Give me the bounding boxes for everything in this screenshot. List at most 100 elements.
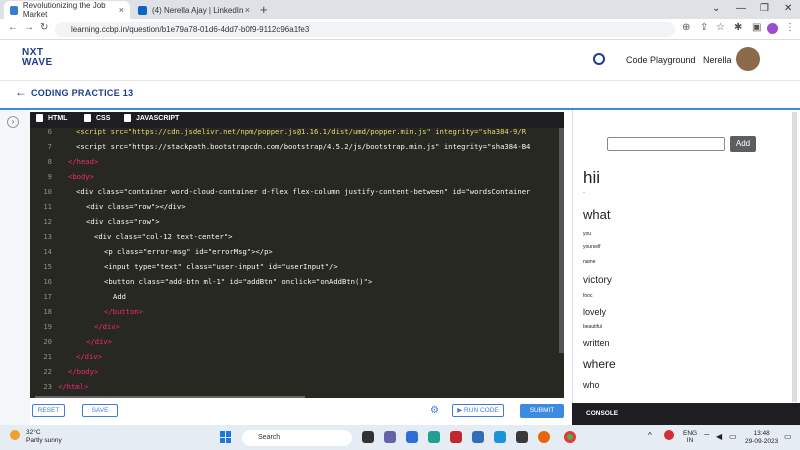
code-line[interactable]: </div>: [86, 337, 112, 346]
weather-icon[interactable]: [10, 430, 20, 440]
weather-temp: 32°C: [26, 429, 41, 436]
linkedin-icon: [138, 5, 147, 15]
nxtwave-logo[interactable]: NXT WAVE: [22, 48, 53, 68]
code-playground-link[interactable]: Code Playground: [626, 55, 696, 65]
mcafee-icon[interactable]: [450, 431, 462, 443]
minimize-button[interactable]: —: [736, 3, 746, 14]
edge-browser-icon[interactable]: [428, 431, 440, 443]
volume-icon[interactable]: ◀: [716, 432, 722, 441]
browser-tab-linkedin[interactable]: (4) Nerella Ajay | LinkedIn ×: [132, 1, 256, 19]
code-line[interactable]: </div>: [94, 322, 120, 331]
line-number: 23: [43, 382, 52, 391]
back-arrow-icon[interactable]: ←: [15, 85, 27, 99]
share-icon[interactable]: ⇪: [700, 22, 708, 33]
close-window-button[interactable]: ✕: [784, 3, 792, 14]
wifi-icon[interactable]: ⌔: [703, 432, 711, 442]
html-file-icon: [36, 114, 43, 122]
clock[interactable]: 13:48 29-09-2023: [745, 430, 778, 446]
code-line[interactable]: </head>: [68, 157, 98, 166]
forward-icon[interactable]: →: [24, 22, 34, 33]
reset-button[interactable]: RESET: [32, 404, 65, 417]
code-line[interactable]: <script src="https://cdn.jsdelivr.net/np…: [76, 128, 526, 136]
line-number: 6: [47, 128, 52, 136]
user-name[interactable]: Nerella: [703, 55, 732, 65]
avatar[interactable]: [736, 47, 760, 71]
collapse-panel-icon[interactable]: ›: [7, 116, 19, 128]
editor-vertical-scrollbar[interactable]: [559, 128, 564, 353]
console-tab[interactable]: CONSOLE: [586, 410, 618, 417]
extensions-icon[interactable]: ✱: [734, 22, 742, 33]
back-icon[interactable]: ←: [8, 22, 18, 33]
line-number: 8: [47, 157, 52, 166]
word-item: victory: [583, 275, 612, 286]
firefox-icon[interactable]: [538, 431, 550, 443]
edge-icon[interactable]: [406, 431, 418, 443]
antivirus-tray-icon[interactable]: [664, 430, 674, 440]
bookmark-star-icon[interactable]: ☆: [716, 22, 725, 33]
profile-avatar[interactable]: [767, 23, 778, 34]
add-button[interactable]: Add: [730, 136, 756, 152]
user-input-field[interactable]: [607, 137, 725, 151]
task-view-icon[interactable]: [362, 431, 374, 443]
chrome-icon[interactable]: [564, 431, 576, 443]
tab-label: HTML: [48, 114, 68, 122]
store-icon[interactable]: [516, 431, 528, 443]
code-line[interactable]: </html>: [58, 382, 88, 391]
chevron-up-icon[interactable]: ^: [648, 431, 652, 440]
tab-search-icon[interactable]: ⌄: [712, 3, 720, 14]
code-line[interactable]: <p class="error-msg" id="errorMsg"></p>: [104, 247, 273, 256]
close-tab-icon[interactable]: ×: [245, 5, 250, 15]
gear-icon[interactable]: ⚙: [430, 405, 439, 416]
teams-icon[interactable]: [384, 431, 396, 443]
time: 13:48: [753, 430, 770, 437]
code-line[interactable]: <div class="row">: [86, 217, 160, 226]
line-number: 15: [43, 262, 52, 271]
menu-icon[interactable]: ⋮: [785, 22, 795, 33]
output-scrollbar[interactable]: [792, 112, 797, 402]
word-item: lovely: [583, 307, 607, 317]
sidebar-icon[interactable]: ▣: [752, 22, 761, 33]
code-line[interactable]: <input type="text" class="user-input" id…: [104, 262, 338, 271]
maximize-button[interactable]: ❐: [760, 3, 769, 14]
tab-css[interactable]: CSS: [84, 114, 110, 122]
line-number: 16: [43, 277, 52, 286]
word-item: you: [583, 231, 592, 237]
region: IN: [686, 437, 694, 444]
code-editor[interactable]: 6 <script src="https://cdn.jsdelivr.net/…: [30, 128, 564, 398]
tab-title: (4) Nerella Ajay | LinkedIn: [152, 5, 244, 15]
file-explorer-icon[interactable]: [472, 431, 484, 443]
submit-button[interactable]: SUBMIT: [520, 404, 564, 418]
windows-start-icon[interactable]: [220, 431, 232, 443]
language-indicator[interactable]: ENG IN: [683, 430, 697, 444]
close-tab-icon[interactable]: ×: [119, 5, 124, 15]
line-number: 19: [43, 322, 52, 331]
app-l-icon[interactable]: [494, 431, 506, 443]
css-file-icon: [84, 114, 91, 122]
word-item: beautiful: [583, 324, 602, 330]
code-line[interactable]: </body>: [68, 367, 98, 376]
code-line[interactable]: <body>: [68, 172, 94, 181]
battery-icon[interactable]: ▭: [729, 432, 737, 441]
timer-icon[interactable]: [593, 53, 605, 65]
taskbar-search[interactable]: Search: [242, 430, 352, 446]
code-line[interactable]: <button class="add-btn ml-1" id="addBtn"…: [104, 277, 372, 286]
code-line[interactable]: </div>: [76, 352, 102, 361]
run-code-button[interactable]: ▶ RUN CODE: [452, 404, 504, 417]
reload-icon[interactable]: ↻: [40, 22, 48, 33]
code-line[interactable]: </button>: [104, 307, 143, 316]
tab-html[interactable]: HTML: [36, 114, 67, 122]
code-line[interactable]: <div class="col-12 text-center">: [94, 232, 232, 241]
code-line[interactable]: <div class="container word-cloud-contain…: [76, 187, 530, 196]
browser-tab-active[interactable]: Revolutionizing the Job Market ×: [4, 1, 130, 19]
code-line[interactable]: <script src="https://stackpath.bootstrap…: [76, 142, 530, 151]
new-tab-button[interactable]: +: [260, 2, 268, 17]
code-line[interactable]: Add: [113, 292, 126, 301]
install-icon[interactable]: ⊕: [682, 22, 690, 33]
weather-widget[interactable]: 32°C Partly sunny: [26, 429, 62, 445]
tab-javascript[interactable]: JAVASCRIPT: [124, 114, 179, 122]
notification-icon[interactable]: ▭: [784, 432, 792, 441]
url-bar[interactable]: learning.ccbp.in/question/b1e79a78-01d6-…: [55, 22, 675, 37]
code-line[interactable]: <div class="row"></div>: [86, 202, 186, 211]
save-button[interactable]: SAVE: [82, 404, 118, 417]
editor-side-gutter: [0, 110, 30, 425]
